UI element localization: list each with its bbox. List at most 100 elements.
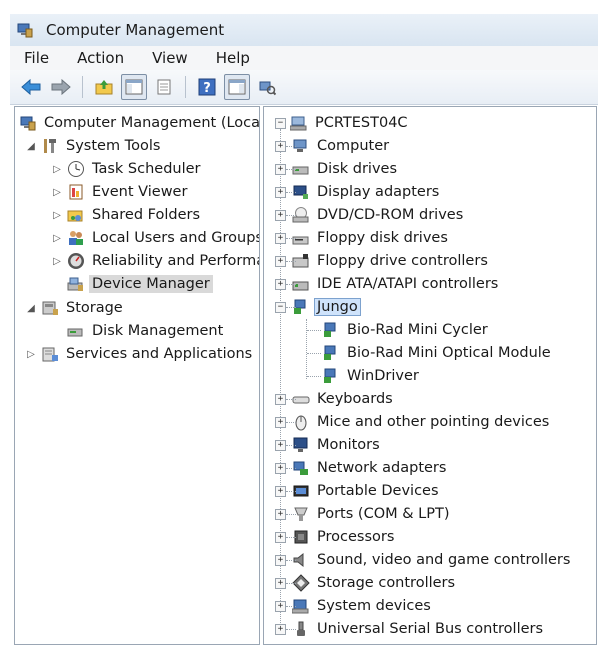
device-category-display-adapters[interactable]: + Display adapters	[275, 181, 442, 203]
tree-item-label: Network adapters	[317, 460, 447, 476]
collapse-toggle[interactable]: −	[275, 301, 286, 313]
tree-guide-line	[286, 192, 296, 193]
device-bio-rad-mini-cycler[interactable]: Bio-Rad Mini Cycler	[322, 319, 491, 341]
device-category-floppy-drive-controllers[interactable]: + Floppy drive controllers	[275, 250, 491, 272]
device-category-universal-serial-bus-controllers[interactable]: + Universal Serial Bus controllers	[275, 618, 546, 640]
tree-item-label: Services and Applications	[66, 346, 253, 362]
tree-item-disk-management[interactable]: Disk Management	[67, 320, 226, 342]
tree-guide-line	[286, 583, 296, 584]
scan-hardware-button[interactable]	[254, 74, 280, 100]
tree-item-services-and-applications[interactable]: ▷ Services and Applications	[25, 343, 255, 365]
expand-toggle[interactable]: +	[275, 163, 286, 175]
expand-toggle[interactable]: +	[275, 255, 286, 267]
expand-toggle[interactable]: +	[275, 554, 286, 566]
tree-guide-line	[307, 376, 321, 377]
device-category-storage-controllers[interactable]: + Storage controllers	[275, 572, 458, 594]
expand-arrow-icon[interactable]: ▷	[51, 187, 63, 198]
expand-toggle[interactable]: +	[275, 186, 286, 198]
expand-toggle[interactable]: +	[275, 600, 286, 612]
tree-item-label: Keyboards	[317, 391, 393, 407]
tree-item-label: Jungo	[314, 298, 361, 316]
device-category-ports-com-lpt[interactable]: + Ports (COM & LPT)	[275, 503, 452, 525]
device-category-floppy-disk-drives[interactable]: + Floppy disk drives	[275, 227, 451, 249]
expand-toggle[interactable]: +	[275, 140, 286, 152]
shared-folder-icon	[67, 206, 85, 224]
device-tree-pane[interactable]: − PCRTEST04C + Computer + Disk drives + Displ…	[263, 106, 597, 645]
tree-item-shared-folders[interactable]: ▷ Shared Folders	[51, 204, 203, 226]
device-bio-rad-mini-optical-module[interactable]: Bio-Rad Mini Optical Module	[322, 342, 554, 364]
tree-guide-line	[286, 422, 296, 423]
tree-item-label: Disk Management	[92, 323, 224, 339]
menu-view[interactable]: View	[138, 49, 202, 67]
svg-text:?: ?	[203, 81, 211, 96]
tree-guide-line	[286, 215, 296, 216]
device-category-dvd-cd-rom-drives[interactable]: + DVD/CD-ROM drives	[275, 204, 466, 226]
collapse-toggle[interactable]: −	[275, 117, 286, 129]
performance-gauge-icon	[67, 252, 85, 270]
expand-toggle[interactable]: +	[275, 416, 286, 428]
expand-arrow-icon[interactable]: ▷	[25, 349, 37, 360]
device-category-network-adapters[interactable]: + Network adapters	[275, 457, 449, 479]
tree-item-label: Bio-Rad Mini Optical Module	[347, 345, 551, 361]
device-category-system-devices[interactable]: + System devices	[275, 595, 434, 617]
menu-file[interactable]: File	[10, 49, 63, 67]
device-category-sound-video-and-game-controllers[interactable]: + Sound, video and game controllers	[275, 549, 573, 571]
forward-button[interactable]	[48, 74, 74, 100]
expand-toggle[interactable]: +	[275, 439, 286, 451]
expand-toggle[interactable]: +	[275, 531, 286, 543]
tree-item-system-tools[interactable]: ◢ System Tools	[25, 135, 163, 157]
services-icon	[41, 345, 59, 363]
title-bar[interactable]: Computer Management	[10, 14, 598, 47]
tree-guide-line	[286, 146, 296, 147]
tree-item-computer-management[interactable]: Computer Management (Local	[19, 112, 259, 134]
device-category-ide-ata-atapi-controllers[interactable]: + IDE ATA/ATAPI controllers	[275, 273, 501, 295]
console-tree-pane[interactable]: Computer Management (Local ◢ System Tool…	[14, 106, 260, 645]
properties-button[interactable]	[151, 74, 177, 100]
expand-toggle[interactable]: +	[275, 623, 286, 635]
show-hide-console-tree-button[interactable]	[121, 74, 147, 100]
scan-hardware-icon	[259, 81, 276, 96]
tree-guide-line	[286, 238, 296, 239]
device-icon	[322, 321, 340, 339]
tree-item-label: Event Viewer	[92, 184, 188, 200]
tree-item-device-manager[interactable]: Device Manager	[67, 273, 213, 295]
back-button[interactable]	[18, 74, 44, 100]
expand-toggle[interactable]: +	[275, 278, 286, 290]
expand-arrow-icon[interactable]: ▷	[51, 164, 63, 175]
tree-item-storage[interactable]: ◢ Storage	[25, 297, 126, 319]
tree-item-label: Local Users and Groups	[92, 230, 260, 246]
tree-item-task-scheduler[interactable]: ▷ Task Scheduler	[51, 158, 204, 180]
toolbar-separator	[82, 76, 83, 98]
expand-toggle[interactable]: +	[275, 393, 286, 405]
expand-arrow-icon[interactable]: ▷	[51, 256, 63, 267]
tree-item-event-viewer[interactable]: ▷ Event Viewer	[51, 181, 190, 203]
tree-item-label: IDE ATA/ATAPI controllers	[317, 276, 499, 292]
window-title: Computer Management	[46, 21, 225, 39]
tree-item-label: Device Manager	[89, 275, 213, 293]
expand-toggle[interactable]: +	[275, 209, 286, 221]
tree-item-reliability-and-performance[interactable]: ▷ Reliability and Performa	[51, 250, 259, 272]
up-folder-button[interactable]	[91, 74, 117, 100]
expand-toggle[interactable]: +	[275, 232, 286, 244]
action-pane-icon	[228, 79, 246, 95]
tree-item-local-users-and-groups[interactable]: ▷ Local Users and Groups	[51, 227, 260, 249]
expand-arrow-icon[interactable]: ▷	[51, 233, 63, 244]
collapse-arrow-icon[interactable]: ◢	[25, 141, 37, 152]
storage-icon	[41, 299, 59, 317]
expand-toggle[interactable]: +	[275, 462, 286, 474]
expand-toggle[interactable]: +	[275, 485, 286, 497]
show-hide-action-pane-button[interactable]	[224, 74, 250, 100]
help-button[interactable]: ?	[194, 74, 220, 100]
menu-help[interactable]: Help	[202, 49, 264, 67]
expand-arrow-icon[interactable]: ▷	[51, 210, 63, 221]
expand-toggle[interactable]: +	[275, 508, 286, 520]
expand-toggle[interactable]: +	[275, 577, 286, 589]
device-windriver[interactable]: WinDriver	[322, 365, 422, 387]
collapse-arrow-icon[interactable]: ◢	[25, 303, 37, 314]
menu-action[interactable]: Action	[63, 49, 138, 67]
tree-item-label: System Tools	[66, 138, 161, 154]
device-category-mice-and-other-pointing-devices[interactable]: + Mice and other pointing devices	[275, 411, 552, 433]
tree-guide-line	[286, 169, 296, 170]
device-tree-root[interactable]: − PCRTEST04C	[275, 112, 411, 134]
device-category-portable-devices[interactable]: + Portable Devices	[275, 480, 442, 502]
